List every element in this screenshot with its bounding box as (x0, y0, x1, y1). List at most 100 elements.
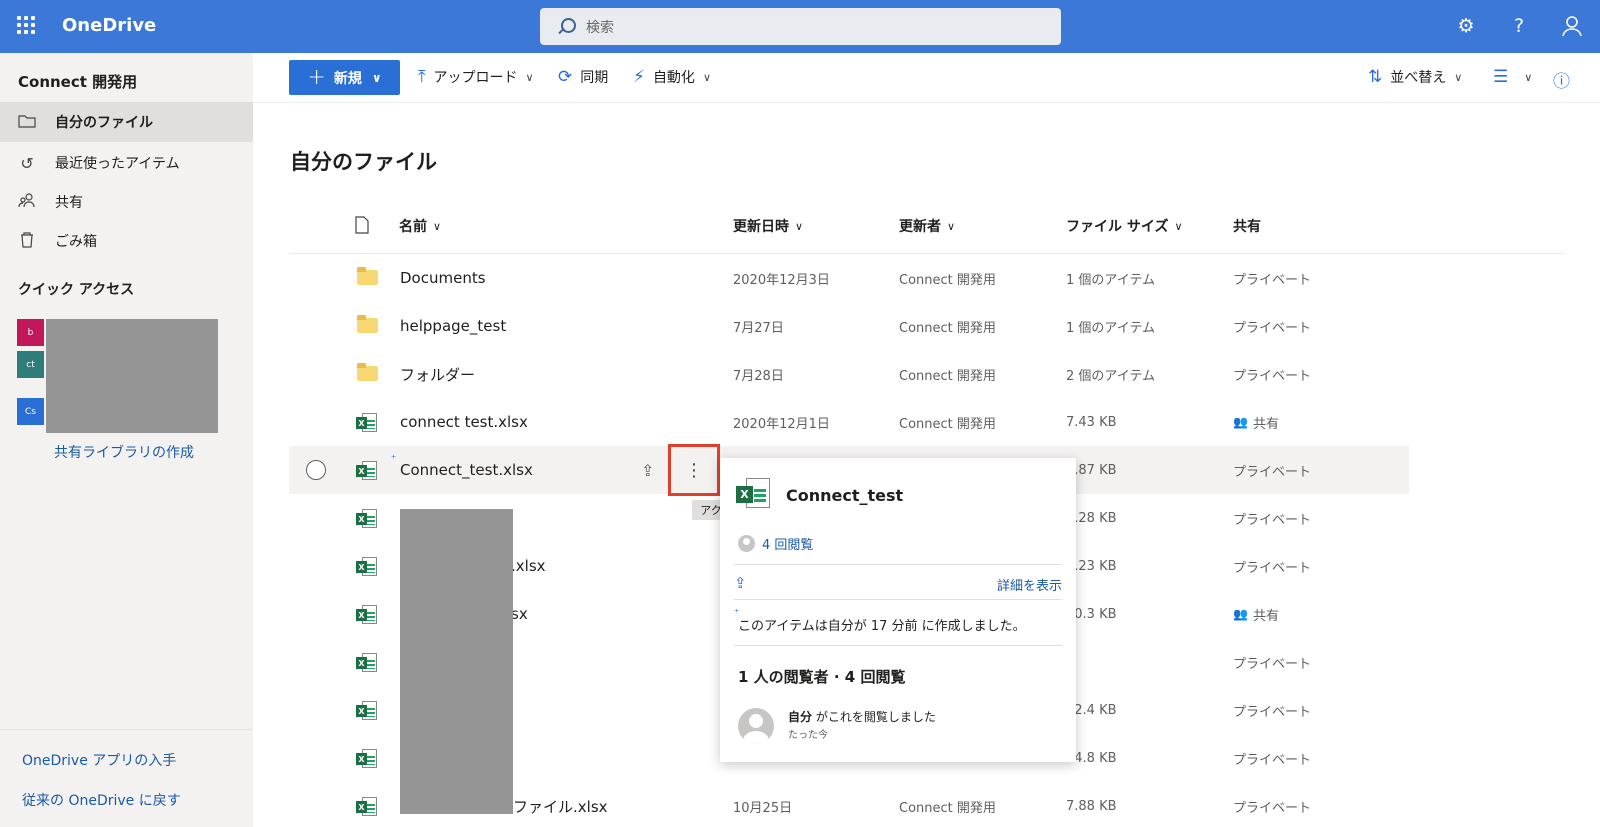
sidebar-item-label: 最近使ったアイテム (55, 156, 180, 172)
upload-icon: ⤒ (418, 67, 426, 87)
column-header-sharing[interactable]: 共有 (1233, 216, 1261, 236)
file-hover-card: X Connect_test 4 回閲覧 ⇪ 詳細を表示 ⁺ このアイテムは自分… (720, 458, 1076, 762)
sidebar: Connect 開発用 自分のファイル ↺ 最近使ったアイテム 共有 ごみ箱 ク… (0, 53, 253, 827)
file-name[interactable]: Documents (400, 254, 486, 302)
table-row[interactable]: フォルダー 7月28日 Connect 開発用 2 個のアイテム プライベート (289, 350, 1409, 398)
sidebar-item-shared[interactable]: 共有 (0, 182, 253, 222)
details-link[interactable]: 詳細を表示 (997, 575, 1062, 594)
column-header-modified-by[interactable]: 更新者 ∨ (899, 216, 955, 236)
sharing-label: 共有 (1252, 416, 1279, 432)
upload-label: アップロード (433, 70, 518, 86)
top-bar: OneDrive 検索 ⚙ ? (0, 0, 1600, 53)
sidebar-footer: OneDrive アプリの入手 従来の OneDrive に戻す (0, 729, 253, 827)
column-header-size[interactable]: ファイル サイズ ∨ (1066, 216, 1183, 236)
people-icon (17, 192, 37, 212)
column-header-modified[interactable]: 更新日時 ∨ (733, 216, 803, 236)
automate-button[interactable]: ⚡ 自動化 ∨ (633, 67, 711, 87)
gear-icon[interactable]: ⚙ (1453, 13, 1479, 39)
sort-label: 並べ替え (1390, 70, 1447, 86)
sidebar-item-my-files[interactable]: 自分のファイル (0, 102, 253, 142)
sharing-status: 👥 共有 (1233, 398, 1279, 446)
command-bar: + 新規 ∨ ⤒ アップロード ∨ ⟳ 同期 ⚡ 自動化 ∨ ⇅ 並べ替え ∨ … (253, 53, 1600, 103)
search-box[interactable]: 検索 (540, 8, 1061, 45)
search-icon (556, 17, 576, 37)
upload-button[interactable]: ⤒ アップロード ∨ (418, 67, 534, 87)
info-button[interactable]: ⓘ (1553, 67, 1578, 92)
file-name[interactable]: フォルダー (400, 350, 475, 398)
create-library-link[interactable]: 共有ライブラリの作成 (54, 442, 194, 462)
table-row[interactable]: X connect test.xlsx 2020年12月1日 Connect 開… (289, 398, 1409, 446)
file-name[interactable]: sx (511, 590, 528, 638)
info-icon: ⓘ (1553, 72, 1570, 92)
modified-date: 7月27日 (733, 320, 784, 336)
chevron-down-icon: ∨ (947, 219, 956, 233)
excel-icon: X (356, 557, 378, 577)
new-button-label: 新規 (333, 70, 362, 87)
new-button[interactable]: + 新規 ∨ (289, 60, 400, 95)
sharing-status: プライベート (1233, 560, 1312, 576)
column-label: 名前 (399, 219, 427, 235)
folder-icon (17, 113, 37, 132)
quick-access-tile[interactable]: ct (17, 351, 44, 378)
modified-by: Connect 開発用 (899, 800, 996, 816)
divider (734, 645, 1062, 646)
viewer-activity: 自分 がこれを閲覧しました (788, 708, 936, 725)
quick-access-tile[interactable]: Cs (17, 398, 44, 425)
redacted-area (400, 509, 513, 814)
file-size: 7.43 KB (1066, 414, 1117, 430)
sort-button[interactable]: ⇅ 並べ替え ∨ (1368, 67, 1462, 87)
excel-icon: X (356, 605, 378, 625)
table-row[interactable]: Documents 2020年12月3日 Connect 開発用 1 個のアイテ… (289, 254, 1409, 302)
chevron-down-icon: ∨ (433, 219, 442, 233)
new-item-icon: ⁺ (391, 454, 397, 465)
file-name[interactable]: connect test.xlsx (400, 398, 528, 446)
page-title: 自分のファイル (290, 150, 437, 174)
file-type-header[interactable] (354, 216, 370, 234)
person-icon[interactable] (1559, 13, 1585, 39)
sharing-status: プライベート (1233, 752, 1312, 768)
chevron-down-icon: ∨ (525, 70, 534, 84)
column-header-name[interactable]: 名前 ∨ (399, 216, 441, 236)
sidebar-item-recycle-bin[interactable]: ごみ箱 (0, 221, 253, 261)
sidebar-item-recent[interactable]: ↺ 最近使ったアイテム (0, 143, 253, 183)
history-icon: ↺ (20, 153, 34, 173)
file-name[interactable]: .xlsx (511, 542, 546, 590)
views-link[interactable]: 4 回閲覧 (738, 534, 813, 553)
modified-by: Connect 開発用 (899, 416, 996, 432)
card-title[interactable]: Connect_test (786, 486, 903, 505)
sharing-status: プライベート (1233, 368, 1312, 384)
file-name[interactable]: Connect_test.xlsx (400, 446, 533, 494)
people-icon: 👥 (1233, 607, 1248, 621)
table-row[interactable]: helppage_test 7月27日 Connect 開発用 1 個のアイテム… (289, 302, 1409, 350)
get-app-link[interactable]: OneDrive アプリの入手 (22, 750, 176, 770)
view-options-button[interactable]: ☰ ∨ (1493, 67, 1532, 87)
file-size: 7.88 KB (1066, 798, 1117, 814)
sharing-status: 👥 共有 (1233, 590, 1279, 638)
share-icon[interactable]: ⇪ (734, 574, 747, 592)
excel-icon: X (356, 509, 378, 529)
sidebar-item-label: 共有 (55, 195, 83, 211)
excel-icon: X (356, 701, 378, 721)
file-name[interactable]: helppage_test (400, 302, 506, 350)
app-launcher-icon[interactable] (17, 16, 35, 34)
sync-button[interactable]: ⟳ 同期 (558, 67, 608, 87)
file-name[interactable]: ファイル.xlsx (513, 782, 608, 827)
share-icon[interactable]: ⇪ (641, 446, 654, 494)
row-select-radio[interactable] (306, 460, 326, 480)
org-name: Connect 開発用 (18, 73, 138, 91)
column-label: 共有 (1233, 219, 1261, 235)
column-label: ファイル サイズ (1066, 219, 1169, 235)
brand-title[interactable]: OneDrive (62, 15, 156, 36)
activity-text: このアイテムは自分が 17 分前 に作成しました。 (738, 619, 1026, 634)
back-to-classic-link[interactable]: 従来の OneDrive に戻す (22, 790, 181, 810)
sharing-status: プライベート (1233, 464, 1312, 480)
excel-icon: X (736, 478, 772, 510)
question-icon[interactable]: ? (1506, 13, 1532, 39)
quick-access-tile[interactable]: b (17, 319, 44, 346)
modified-date: 2020年12月3日 (733, 272, 830, 288)
file-size: 1 個のアイテム (1066, 272, 1156, 288)
sidebar-item-label: 自分のファイル (55, 115, 153, 131)
sidebar-item-label: ごみ箱 (55, 234, 97, 250)
more-actions-button[interactable]: ⋮ (668, 444, 720, 496)
sync-icon: ⟳ (558, 67, 573, 87)
